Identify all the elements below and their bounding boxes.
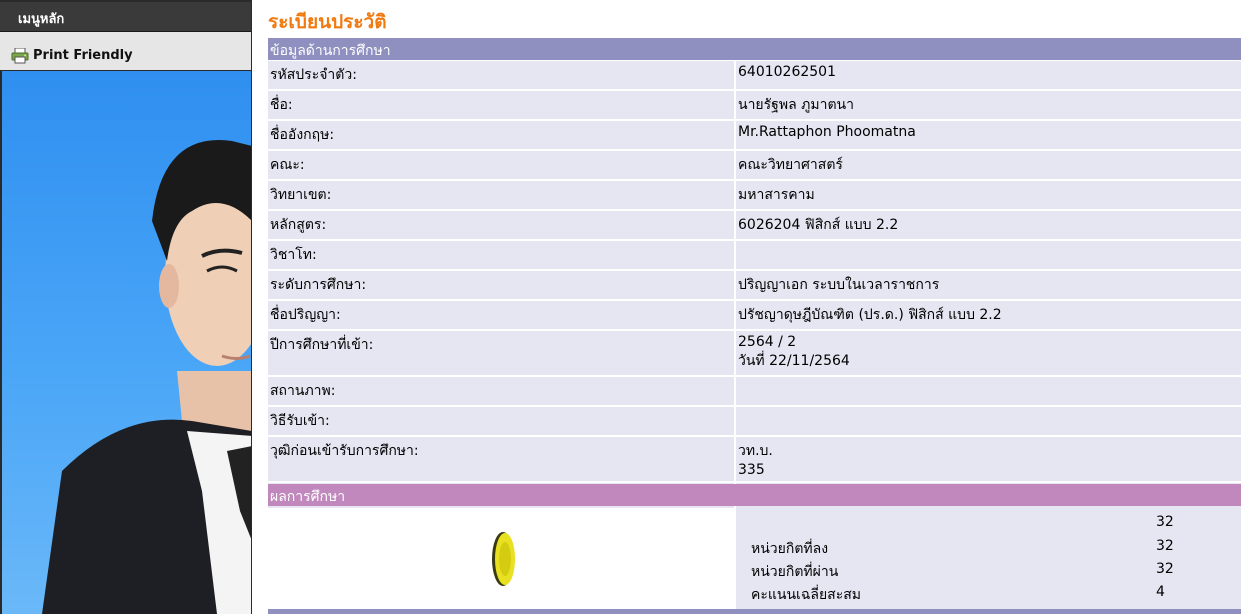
info-value	[736, 241, 1241, 269]
info-row: ปีการศึกษาที่เข้า: 2564 / 2 วันที่ 22/11/2…	[268, 331, 1241, 377]
info-value	[736, 407, 1241, 435]
info-value-line: 2564 / 2	[738, 334, 797, 350]
bottom-bar	[268, 609, 1241, 614]
info-row: วุฒิก่อนเข้ารับการศึกษา: วท.บ. 335	[268, 437, 1241, 483]
info-value-line: นายรัฐพล ภูมาตนา	[738, 97, 854, 113]
info-value-line: ปริญญาเอก ระบบในเวลาราชการ	[738, 277, 940, 293]
info-row: หลักสูตร: 6026204 ฟิสิกส์ แบบ 2.2	[268, 211, 1241, 241]
print-friendly-label: Print Friendly	[33, 48, 133, 63]
result-label: หน่วยกิตที่ผ่าน	[751, 564, 839, 580]
info-label: ชื่อปริญญา:	[268, 301, 734, 329]
info-row: วิชาโท:	[268, 241, 1241, 271]
info-value: วท.บ. 335	[736, 437, 1241, 481]
info-row: ชื่ออังกฤษ: Mr.Rattaphon Phoomatna	[268, 121, 1241, 151]
info-value-line: 6026204 ฟิสิกส์ แบบ 2.2	[738, 217, 899, 233]
info-value-line: มหาสารคาม	[738, 187, 815, 203]
info-row: วิธีรับเข้า:	[268, 407, 1241, 437]
main-menu-header: เมนูหลัก	[0, 2, 251, 32]
result-row-credits-passed: หน่วยกิตที่ผ่าน 32	[736, 561, 1241, 583]
info-value-line: 335	[738, 462, 765, 478]
info-value-line: วท.บ.	[738, 443, 773, 459]
info-label: หลักสูตร:	[268, 211, 734, 239]
result-value: 32	[1156, 561, 1174, 577]
info-label: คณะ:	[268, 151, 734, 179]
info-label: ชื่ออังกฤษ:	[268, 121, 734, 149]
info-value: มหาสารคาม	[736, 181, 1241, 209]
info-value-line: ปรัชญาดุษฎีบัณฑิต (ปร.ด.) ฟิสิกส์ แบบ 2.…	[738, 307, 1002, 323]
print-friendly-link[interactable]: Print Friendly	[0, 32, 251, 70]
result-top-value: 32	[1156, 514, 1174, 530]
sidebar: เมนูหลัก Print Friendly	[0, 0, 252, 614]
info-row: สถานภาพ:	[268, 377, 1241, 407]
info-row: ระดับการศึกษา: ปริญญาเอก ระบบในเวลาราชการ	[268, 271, 1241, 301]
education-section-header: ข้อมูลด้านการศึกษา	[268, 38, 1241, 60]
info-label: ระดับการศึกษา:	[268, 271, 734, 299]
result-value: 4	[1156, 584, 1165, 600]
info-value: 6026204 ฟิสิกส์ แบบ 2.2	[736, 211, 1241, 239]
info-value	[736, 377, 1241, 405]
info-value: ปริญญาเอก ระบบในเวลาราชการ	[736, 271, 1241, 299]
result-row-credits-registered: หน่วยกิตที่ลง 32	[736, 538, 1241, 560]
info-value: Mr.Rattaphon Phoomatna	[736, 121, 1241, 149]
info-row: วิทยาเขต: มหาสารคาม	[268, 181, 1241, 211]
result-value: 32	[1156, 538, 1174, 554]
info-label: วิทยาเขต:	[268, 181, 734, 209]
result-top-row: 32	[736, 514, 1241, 536]
coin-icon	[490, 530, 516, 588]
info-row: ชื่อ: นายรัฐพล ภูมาตนา	[268, 91, 1241, 121]
info-label: วิชาโท:	[268, 241, 734, 269]
printer-icon	[11, 47, 29, 64]
result-label: หน่วยกิตที่ลง	[751, 541, 829, 557]
student-photo	[2, 71, 251, 614]
info-value: 64010262501	[736, 61, 1241, 89]
education-info-table: รหัสประจำตัว: 64010262501 ชื่อ: นายรัฐพล ภู…	[268, 61, 1241, 543]
info-value-line: คณะวิทยาศาสตร์	[738, 157, 843, 173]
result-stats-cell: 32 หน่วยกิตที่ลง 32 หน่วยกิตที่ผ่าน 32 ค…	[736, 508, 1241, 609]
result-left-cell	[268, 508, 734, 609]
info-value: คณะวิทยาศาสตร์	[736, 151, 1241, 179]
info-row: ชื่อปริญญา: ปรัชญาดุษฎีบัณฑิต (ปร.ด.) ฟิส…	[268, 301, 1241, 331]
result-area: 32 หน่วยกิตที่ลง 32 หน่วยกิตที่ผ่าน 32 ค…	[268, 508, 1241, 609]
info-value: นายรัฐพล ภูมาตนา	[736, 91, 1241, 119]
result-row-gpa: คะแนนเฉลี่ยสะสม 4	[736, 584, 1241, 606]
page-title: ระเบียนประวัติ	[268, 11, 387, 33]
info-label: ชื่อ:	[268, 91, 734, 119]
result-label: คะแนนเฉลี่ยสะสม	[751, 587, 861, 603]
info-row: รหัสประจำตัว: 64010262501	[268, 61, 1241, 91]
info-value: ปรัชญาดุษฎีบัณฑิต (ปร.ด.) ฟิสิกส์ แบบ 2.…	[736, 301, 1241, 329]
info-label: รหัสประจำตัว:	[268, 61, 734, 89]
info-value-line: 64010262501	[738, 64, 836, 80]
info-value: 2564 / 2 วันที่ 22/11/2564	[736, 331, 1241, 375]
info-label: วิธีรับเข้า:	[268, 407, 734, 435]
info-label: วุฒิก่อนเข้ารับการศึกษา:	[268, 437, 734, 481]
result-section-header: ผลการศึกษา	[268, 484, 1241, 506]
info-value-line: Mr.Rattaphon Phoomatna	[738, 124, 916, 140]
info-label: ปีการศึกษาที่เข้า:	[268, 331, 734, 375]
info-value-line: วันที่ 22/11/2564	[738, 353, 850, 369]
info-row: คณะ: คณะวิทยาศาสตร์	[268, 151, 1241, 181]
info-label: สถานภาพ:	[268, 377, 734, 405]
